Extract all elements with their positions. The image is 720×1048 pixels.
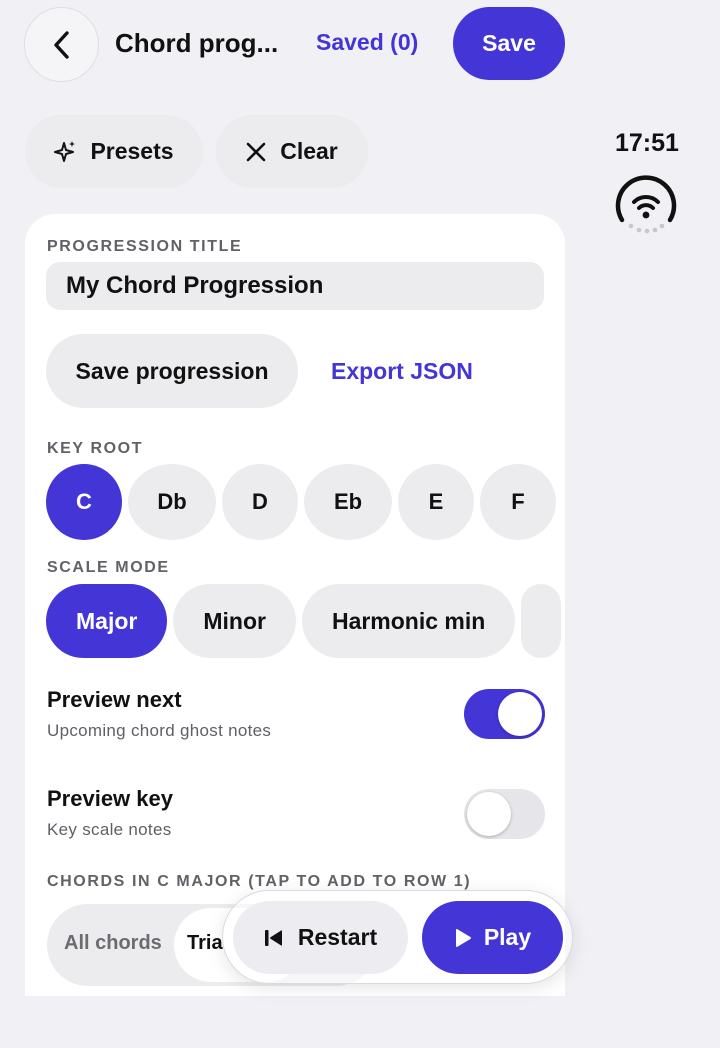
preview-key-toggle[interactable] [464, 789, 545, 839]
export-json-link[interactable]: Export JSON [331, 358, 473, 385]
save-progression-button[interactable]: Save progression [46, 334, 298, 408]
sparkle-icon [54, 140, 76, 162]
preview-next-toggle[interactable] [464, 689, 545, 739]
transport-bar: Restart Play [222, 890, 573, 984]
mode-chip-major[interactable]: Major [46, 584, 168, 658]
key-chip-c[interactable]: C [46, 464, 122, 540]
mode-chip-more[interactable] [521, 584, 562, 658]
key-chip-eb[interactable]: Eb [304, 464, 392, 540]
restart-label: Restart [297, 924, 378, 950]
progression-title-input[interactable]: My Chord Progression [46, 262, 544, 310]
preview-next-row: Preview next Upcoming chord ghost notes [47, 687, 545, 741]
status-time: 17:51 [615, 129, 679, 157]
skip-back-icon [264, 929, 282, 946]
key-chip-d[interactable]: D [222, 464, 298, 540]
back-button[interactable] [24, 7, 99, 82]
presets-button[interactable]: Presets [25, 115, 203, 188]
close-icon [246, 142, 266, 161]
scale-mode-selector: Major Minor Harmonic min [46, 584, 562, 658]
presets-label: Presets [90, 138, 174, 164]
save-button[interactable]: Save [453, 7, 565, 80]
filter-all-chords[interactable]: All chords [64, 932, 162, 955]
key-root-selector: C Db D Eb E F [46, 464, 556, 540]
progression-title-label: PROGRESSION TITLE [47, 238, 243, 255]
mode-chip-harmonic-minor[interactable]: Harmonic min [301, 584, 516, 658]
key-chip-db[interactable]: Db [128, 464, 216, 540]
wifi-icon [612, 170, 680, 241]
scale-mode-label: SCALE MODE [47, 559, 170, 576]
saved-list-link[interactable]: Saved (0) [316, 29, 418, 56]
key-chip-e[interactable]: E [398, 464, 474, 540]
chevron-left-icon [53, 30, 69, 59]
key-chip-f[interactable]: F [480, 464, 556, 540]
preview-key-row: Preview key Key scale notes [47, 786, 545, 840]
clear-button[interactable]: Clear [216, 115, 368, 188]
play-button[interactable]: Play [422, 901, 563, 974]
play-icon [455, 928, 471, 947]
progression-card: PROGRESSION TITLE My Chord Progression S… [25, 214, 565, 996]
chords-section-label: CHORDS IN C MAJOR (TAP TO ADD TO ROW 1) [47, 873, 472, 890]
mode-chip-minor[interactable]: Minor [173, 584, 296, 658]
clear-label: Clear [280, 138, 338, 164]
key-root-label: KEY ROOT [47, 440, 144, 457]
page-title: Chord prog... [115, 28, 279, 58]
play-label: Play [483, 924, 532, 950]
restart-button[interactable]: Restart [233, 901, 408, 974]
